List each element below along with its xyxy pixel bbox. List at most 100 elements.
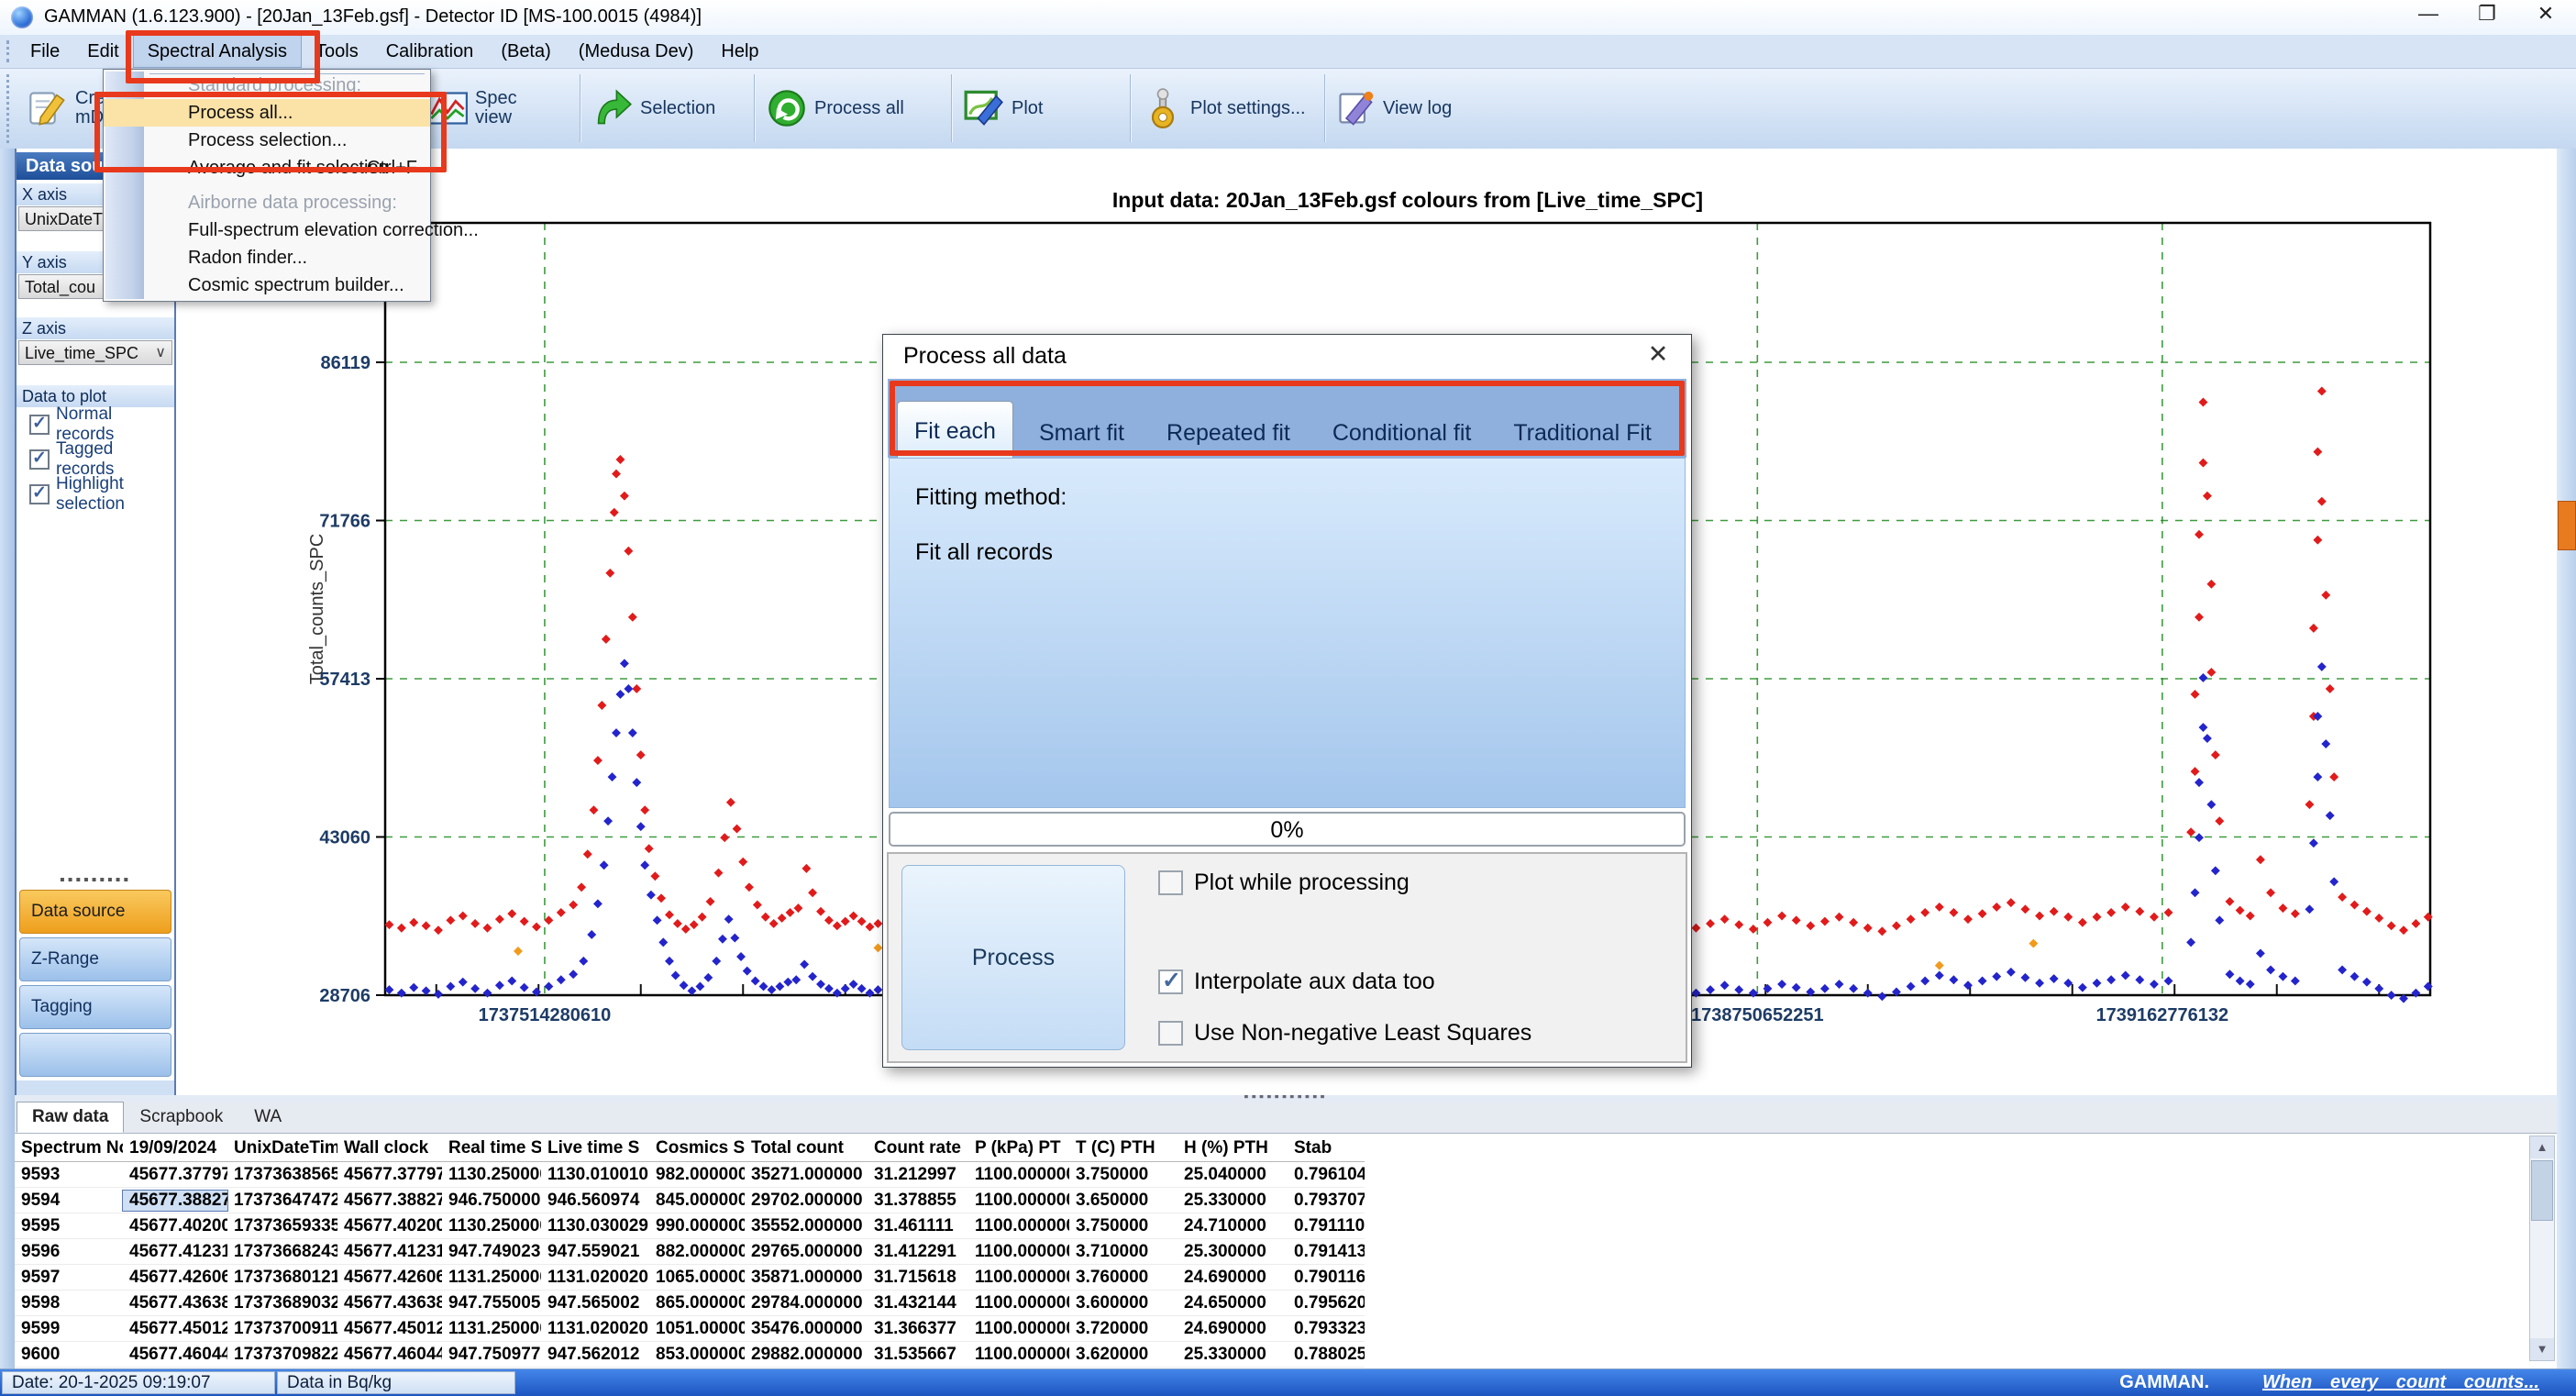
plot-option-tagged-records[interactable]: Tagged records (29, 448, 174, 471)
table-cell[interactable]: 31.412291 (868, 1242, 968, 1262)
table-cell[interactable]: 45677.412318 (337, 1242, 442, 1262)
table-scrollbar[interactable]: ▲ ▼ (2529, 1136, 2555, 1361)
table-row[interactable]: 959445677.38827917373647472945677.388279… (15, 1188, 1365, 1213)
table-cell[interactable]: 173736682430 (227, 1242, 337, 1262)
table-cell[interactable]: 3.600000 (1069, 1293, 1177, 1313)
dialog-tab-smart-fit[interactable]: Smart fit (1023, 409, 1141, 458)
plot-option-highlight-selection[interactable]: Highlight selection (29, 482, 174, 506)
table-cell[interactable]: 31.535667 (868, 1345, 968, 1365)
table-row[interactable]: 959545677.40200917373659335745677.402009… (15, 1213, 1365, 1239)
scroll-up-icon[interactable]: ▲ (2530, 1136, 2554, 1158)
close-button[interactable]: ✕ (2530, 2, 2561, 26)
dialog-close-icon[interactable]: ✕ (1642, 340, 1675, 369)
table-cell[interactable]: 45677.426067 (337, 1268, 442, 1288)
table-row[interactable]: 959645677.41231817373668243045677.412318… (15, 1239, 1365, 1265)
table-cell[interactable]: 45677.402009 (123, 1216, 227, 1236)
table-cell[interactable]: 35552.000000 (745, 1216, 868, 1236)
column-header-real-time-s[interactable]: Real time S (442, 1138, 541, 1158)
table-cell[interactable]: 0.790116 (1288, 1268, 1365, 1288)
table-cell[interactable]: 9596 (15, 1242, 123, 1262)
table-cell[interactable]: 946.750000 (442, 1191, 541, 1211)
table-cell[interactable]: 1100.000000 (968, 1293, 1069, 1313)
table-row[interactable]: 959345677.37797017373638565745677.377970… (15, 1162, 1365, 1188)
table-cell[interactable]: 9593 (15, 1165, 123, 1185)
table-cell[interactable]: 31.212997 (868, 1165, 968, 1185)
table-cell[interactable]: 947.562012 (541, 1345, 649, 1365)
table-cell[interactable]: 1100.000000 (968, 1165, 1069, 1185)
table-cell[interactable]: 25.040000 (1177, 1165, 1288, 1185)
table-cell[interactable]: 1130.030029 (541, 1216, 649, 1236)
bottom-tab-scrapbook[interactable]: Scrapbook (124, 1102, 238, 1133)
table-cell[interactable]: 1051.000000 (649, 1319, 745, 1339)
table-cell[interactable]: 35871.000000 (745, 1268, 868, 1288)
column-header-t-c-pth[interactable]: T (C) PTH (1069, 1138, 1177, 1158)
table-cell[interactable]: 29765.000000 (745, 1242, 868, 1262)
table-cell[interactable]: 1131.020020 (541, 1319, 649, 1339)
table-cell[interactable]: 3.760000 (1069, 1268, 1177, 1288)
table-cell[interactable]: 45677.426067 (123, 1268, 227, 1288)
bottom-tab-raw-data[interactable]: Raw data (17, 1102, 124, 1133)
maximize-button[interactable]: ❐ (2471, 2, 2503, 26)
checkbox-icon[interactable] (1158, 969, 1183, 994)
table-cell[interactable]: 1131.250000 (442, 1319, 541, 1339)
table-row[interactable]: 959745677.42606717373680121745677.426067… (15, 1265, 1365, 1291)
right-scrollbar[interactable] (2557, 149, 2576, 1368)
table-cell[interactable]: 35476.000000 (745, 1319, 868, 1339)
table-cell[interactable]: 45677.388279 (123, 1191, 227, 1211)
dialog-tab-traditional-fit[interactable]: Traditional Fit (1497, 409, 1668, 458)
table-cell[interactable]: 947.559021 (541, 1242, 649, 1262)
table-cell[interactable]: 1131.020020 (541, 1268, 649, 1288)
z-axis-select[interactable]: Live_time_SPC∨ (18, 340, 172, 365)
table-cell[interactable]: 173737098229 (227, 1345, 337, 1365)
table-cell[interactable]: 45677.388279 (337, 1191, 442, 1211)
table-cell[interactable]: 45677.402009 (337, 1216, 442, 1236)
table-cell[interactable]: 3.650000 (1069, 1191, 1177, 1211)
table-cell[interactable]: 45677.436381 (337, 1293, 442, 1313)
table-cell[interactable]: 1100.000000 (968, 1242, 1069, 1262)
table-cell[interactable]: 9600 (15, 1345, 123, 1365)
table-cell[interactable]: 947.749023 (442, 1242, 541, 1262)
panel-splitter-handle[interactable]: ▪▪▪▪▪▪▪▪▪ (17, 877, 174, 886)
table-cell[interactable]: 947.755005 (442, 1293, 541, 1313)
bottom-tab-wa[interactable]: WA (238, 1102, 297, 1133)
table-cell[interactable]: 45677.377970 (337, 1165, 442, 1185)
checkbox-icon[interactable] (1158, 1021, 1183, 1046)
table-cell[interactable]: 45677.460443 (337, 1345, 442, 1365)
table-cell[interactable]: 9594 (15, 1191, 123, 1211)
menu-item-medusa-dev[interactable]: (Medusa Dev) (565, 35, 708, 68)
column-header-total-count[interactable]: Total count (745, 1138, 868, 1158)
table-cell[interactable]: 946.560974 (541, 1191, 649, 1211)
table-cell[interactable]: 45677.460443 (123, 1345, 227, 1365)
table-cell[interactable]: 1100.000000 (968, 1268, 1069, 1288)
table-cell[interactable]: 3.720000 (1069, 1319, 1177, 1339)
table-cell[interactable]: 35271.000000 (745, 1165, 868, 1185)
accordion-tagging[interactable]: Tagging (19, 985, 171, 1029)
table-scrollbar-thumb[interactable] (2531, 1160, 2553, 1221)
table-cell[interactable]: 1100.000000 (968, 1216, 1069, 1236)
table-cell[interactable]: 45677.412318 (123, 1242, 227, 1262)
dialog-tab-repeated-fit[interactable]: Repeated fit (1150, 409, 1307, 458)
toolbar-button-spec-view[interactable]: Spec view (422, 76, 561, 140)
table-cell[interactable]: 173736890329 (227, 1293, 337, 1313)
menu-item-cosmic-spectrum-builder[interactable]: Cosmic spectrum builder... (104, 271, 430, 299)
table-cell[interactable]: 3.750000 (1069, 1216, 1177, 1236)
table-cell[interactable]: 24.690000 (1177, 1268, 1288, 1288)
table-cell[interactable]: 173737009117 (227, 1319, 337, 1339)
table-cell[interactable]: 0.793707 (1288, 1191, 1365, 1211)
menu-item-process-selection[interactable]: Process selection... (104, 127, 430, 154)
table-cell[interactable]: 0.796104 (1288, 1165, 1365, 1185)
toolbar-button-view-log[interactable]: View log (1330, 76, 1491, 140)
table-cell[interactable]: 0.795620 (1288, 1293, 1365, 1313)
menu-item-edit[interactable]: Edit (73, 35, 132, 68)
toolbar-button-process-all[interactable]: Process all (761, 76, 937, 140)
table-cell[interactable]: 1131.250000 (442, 1268, 541, 1288)
table-cell[interactable]: 982.000000 (649, 1165, 745, 1185)
toolbar-button-selection[interactable]: Selection (587, 76, 741, 140)
column-header-count-rate[interactable]: Count rate (868, 1138, 968, 1158)
dialog-tab-fit-each[interactable]: Fit each (897, 401, 1013, 458)
table-row[interactable]: 959845677.43638117373689032945677.436381… (15, 1291, 1365, 1316)
table-cell[interactable]: 882.000000 (649, 1242, 745, 1262)
table-cell[interactable]: 1065.000000 (649, 1268, 745, 1288)
table-cell[interactable]: 31.432144 (868, 1293, 968, 1313)
accordion-data-source[interactable]: Data source (19, 890, 171, 934)
